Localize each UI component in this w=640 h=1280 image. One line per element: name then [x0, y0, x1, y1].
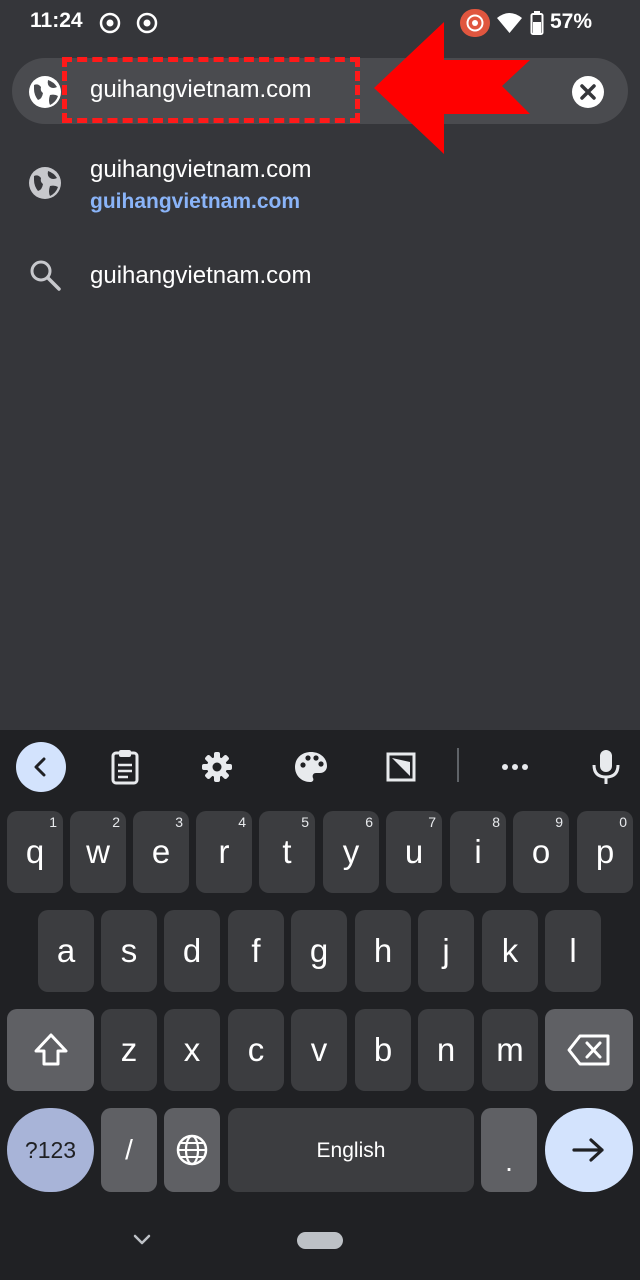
- key-x[interactable]: x: [164, 1009, 220, 1091]
- dashed-highlight-box: [62, 57, 360, 123]
- key-h[interactable]: h: [355, 910, 411, 992]
- period-key[interactable]: .: [481, 1108, 537, 1192]
- key-m[interactable]: m: [482, 1009, 538, 1091]
- key-b[interactable]: b: [355, 1009, 411, 1091]
- symbols-key[interactable]: ?123: [7, 1108, 94, 1192]
- clipboard-icon[interactable]: [103, 745, 147, 789]
- space-key[interactable]: English: [228, 1108, 474, 1192]
- suggestion-row[interactable]: guihangvietnam.com guihangvietnam.com: [0, 140, 640, 230]
- globe-icon: [29, 76, 61, 108]
- more-icon[interactable]: [493, 745, 537, 789]
- backspace-key[interactable]: [545, 1009, 633, 1091]
- mic-icon[interactable]: [584, 745, 628, 789]
- clear-icon[interactable]: [571, 75, 605, 109]
- suggestion-title: guihangvietnam.com: [90, 262, 312, 289]
- chevron-down-icon[interactable]: [131, 1232, 153, 1248]
- key-y[interactable]: 6y: [323, 811, 379, 893]
- back-icon: [34, 757, 46, 777]
- keyboard-back-button[interactable]: [16, 742, 66, 792]
- key-v[interactable]: v: [291, 1009, 347, 1091]
- palette-icon[interactable]: [289, 745, 333, 789]
- key-p[interactable]: 0p: [577, 811, 633, 893]
- key-u[interactable]: 7u: [386, 811, 442, 893]
- key-g[interactable]: g: [291, 910, 347, 992]
- shift-icon: [34, 1033, 68, 1066]
- key-r[interactable]: 4r: [196, 811, 252, 893]
- key-i[interactable]: 8i: [450, 811, 506, 893]
- go-key[interactable]: [545, 1108, 633, 1192]
- key-c[interactable]: c: [228, 1009, 284, 1091]
- arrow-left-icon: [374, 22, 530, 154]
- key-e[interactable]: 3e: [133, 811, 189, 893]
- home-handle[interactable]: [297, 1232, 343, 1249]
- toolbar-divider: [457, 748, 459, 782]
- suggestion-row[interactable]: guihangvietnam.com: [0, 238, 640, 314]
- backspace-icon: [567, 1034, 610, 1066]
- gear-icon[interactable]: [195, 745, 239, 789]
- key-z[interactable]: z: [101, 1009, 157, 1091]
- globe-icon: [176, 1134, 208, 1166]
- shift-key[interactable]: [7, 1009, 94, 1091]
- key-d[interactable]: d: [164, 910, 220, 992]
- key-f[interactable]: f: [228, 910, 284, 992]
- globe-icon: [29, 167, 61, 199]
- battery-percent: 57%: [550, 10, 593, 33]
- status-bar: 11:24 57%: [0, 0, 640, 46]
- key-s[interactable]: s: [101, 910, 157, 992]
- key-t[interactable]: 5t: [259, 811, 315, 893]
- arrow-right-icon: [572, 1138, 604, 1162]
- language-key[interactable]: [164, 1108, 220, 1192]
- key-a[interactable]: a: [38, 910, 94, 992]
- slash-key[interactable]: /: [101, 1108, 157, 1192]
- key-o[interactable]: 9o: [513, 811, 569, 893]
- search-icon: [30, 260, 61, 291]
- key-l[interactable]: l: [545, 910, 601, 992]
- radar-icon: [136, 12, 158, 34]
- resize-icon[interactable]: [379, 745, 423, 789]
- suggestion-title: guihangvietnam.com: [90, 156, 312, 183]
- suggestion-url: guihangvietnam.com: [90, 190, 301, 213]
- key-j[interactable]: j: [418, 910, 474, 992]
- key-k[interactable]: k: [482, 910, 538, 992]
- key-q[interactable]: 1q: [7, 811, 63, 893]
- key-n[interactable]: n: [418, 1009, 474, 1091]
- key-w[interactable]: 2w: [70, 811, 126, 893]
- radar-icon: [99, 12, 121, 34]
- status-time: 11:24: [30, 9, 83, 32]
